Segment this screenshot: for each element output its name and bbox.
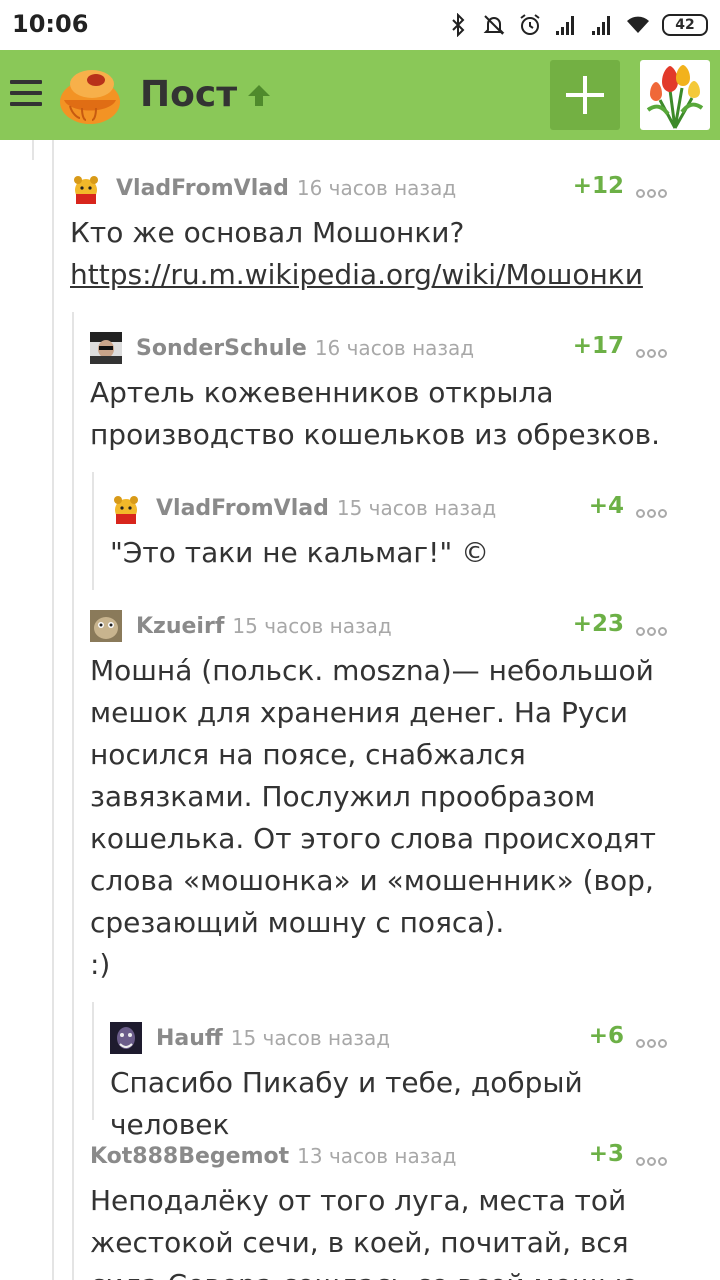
comment-text: Спасибо Пикабу и тебе, добрый человек <box>110 1066 583 1141</box>
user-avatar[interactable] <box>110 1022 142 1054</box>
comment-time: 13 часов назад <box>297 1144 457 1168</box>
comment-text-line: :) <box>90 948 111 981</box>
comment-text-line: Мошна́ (польск. moszna)— небольшой мешок… <box>90 654 656 939</box>
comment-author[interactable]: Hauff <box>156 1026 223 1051</box>
more-options-icon[interactable] <box>636 621 676 636</box>
page-title: Пост <box>140 74 238 115</box>
more-options-icon[interactable] <box>636 183 676 198</box>
comment: VladFromVlad 15 часов назад +4 "Это таки… <box>110 492 676 574</box>
user-avatar[interactable] <box>70 172 102 204</box>
signal-icon <box>592 16 610 35</box>
comment-author[interactable]: VladFromVlad <box>156 496 329 521</box>
status-time: 10:06 <box>12 10 89 38</box>
arrow-up-icon[interactable] <box>245 81 273 109</box>
more-options-icon[interactable] <box>636 1033 676 1048</box>
menu-button[interactable] <box>10 80 42 108</box>
comment-time: 15 часов назад <box>336 496 497 520</box>
user-avatar[interactable] <box>90 610 122 642</box>
comment-author[interactable]: Kzueirf <box>136 614 224 639</box>
comment-author[interactable]: SonderSchule <box>136 336 307 361</box>
title-group: Пост <box>140 74 273 115</box>
comment: VladFromVlad 16 часов назад +12 Кто же о… <box>70 172 676 296</box>
thread-line <box>32 140 34 160</box>
pikabu-logo[interactable] <box>56 62 124 128</box>
thread-line <box>92 472 94 590</box>
comment-text: Кто же основал Мошонки? https://ru.m.wik… <box>70 212 676 296</box>
user-avatar[interactable] <box>90 332 122 364</box>
bluetooth-icon <box>452 13 465 37</box>
battery-level: 42 <box>675 17 695 33</box>
comment-rating: +6 <box>588 1023 624 1049</box>
signal-icon <box>556 16 574 35</box>
comment-link[interactable]: https://ru.m.wikipedia.org/wiki/Мошонки <box>70 254 676 296</box>
comment-rating: +4 <box>588 493 624 519</box>
comment-text: Неподалёку от того луга, места той жесто… <box>90 1184 638 1280</box>
comment-text: Мошна́ (польск. moszna)— небольшой мешок… <box>90 650 676 986</box>
mute-icon <box>483 15 505 35</box>
user-avatar-button[interactable] <box>640 60 710 130</box>
comments-feed[interactable]: VladFromVlad 16 часов назад +12 Кто же о… <box>0 140 720 1280</box>
comment-header: Hauff 15 часов назад +6 <box>110 1022 676 1054</box>
add-post-button[interactable] <box>550 60 620 130</box>
alarm-icon <box>520 14 540 35</box>
tulips-avatar <box>646 65 704 129</box>
comment-rating: +3 <box>588 1141 624 1167</box>
comment-time: 16 часов назад <box>314 336 475 360</box>
comment: Kot888Begemot 13 часов назад +3 Неподалё… <box>90 1140 676 1280</box>
battery-icon: 42 <box>662 14 708 36</box>
comment-author[interactable]: Kot888Begemot <box>90 1144 289 1169</box>
comment-rating: +17 <box>572 333 624 359</box>
comment: Kzueirf 15 часов назад +23 Мошна́ (польс… <box>90 610 676 986</box>
comment-text-line: Кто же основал Мошонки? <box>70 216 465 249</box>
more-options-icon[interactable] <box>636 343 676 358</box>
wifi-icon <box>627 16 649 33</box>
comment: SonderSchule 16 часов назад +17 Артель к… <box>90 332 676 456</box>
comment: Hauff 15 часов назад +6 Спасибо Пикабу и… <box>110 1022 676 1146</box>
status-icons: 42 <box>446 10 708 40</box>
thread-line <box>72 312 74 1280</box>
comment-text: Артель кожевенников открыла производство… <box>90 376 660 451</box>
status-bar: 10:06 42 <box>0 0 720 50</box>
comment-rating: +23 <box>572 611 624 637</box>
more-options-icon[interactable] <box>636 1151 676 1166</box>
comment-text: "Это таки не кальмаг!" © <box>110 536 490 569</box>
comment-time: 16 часов назад <box>296 176 457 200</box>
comment-author[interactable]: VladFromVlad <box>116 176 289 201</box>
comment-rating: +12 <box>572 173 624 199</box>
comment-time: 15 часов назад <box>230 1026 391 1050</box>
comment-header: Kzueirf 15 часов назад +23 <box>90 610 676 642</box>
comment-header: VladFromVlad 16 часов назад +12 <box>70 172 676 204</box>
thread-line <box>52 140 54 1280</box>
thread-line <box>92 1002 94 1120</box>
comment-time: 15 часов назад <box>232 614 392 638</box>
comment-header: Kot888Begemot 13 часов назад +3 <box>90 1140 676 1172</box>
app-bar: Пост <box>0 50 720 140</box>
comment-header: VladFromVlad 15 часов назад +4 <box>110 492 676 524</box>
comment-header: SonderSchule 16 часов назад +17 <box>90 332 676 364</box>
more-options-icon[interactable] <box>636 503 676 518</box>
user-avatar[interactable] <box>110 492 142 524</box>
